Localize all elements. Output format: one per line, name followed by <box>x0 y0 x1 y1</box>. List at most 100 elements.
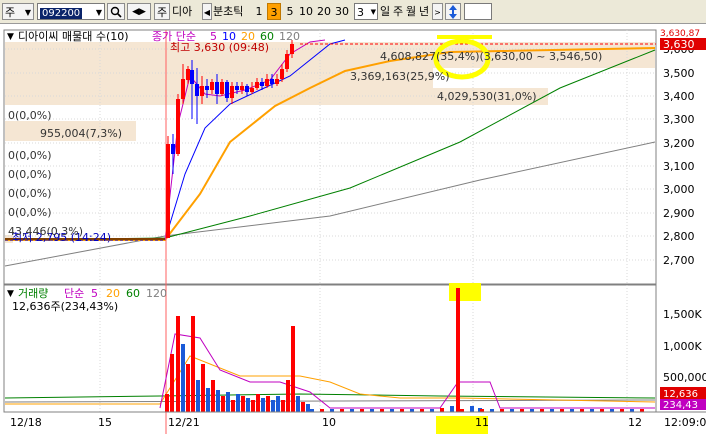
volume-bar <box>271 400 275 412</box>
volume-bar <box>306 404 310 412</box>
volume-bar <box>456 288 460 412</box>
x-tick: 12 <box>628 416 642 429</box>
candle-body <box>195 84 199 96</box>
x-tick: 12/21 <box>168 416 200 429</box>
chevron-down-icon: ▼ <box>7 289 14 299</box>
profile-label: 3,369,163(25,9%) <box>350 70 450 83</box>
volume-bar <box>276 396 280 412</box>
volume-bar <box>281 400 285 412</box>
high-label: 최고 3,630 (09:48) <box>170 41 269 54</box>
profile-label: 0(0,0%) <box>8 206 52 219</box>
profile-label: 0(0,0%) <box>8 149 52 162</box>
profile-label: 4,029,530(31,0%) <box>437 90 537 103</box>
volume-bar <box>246 398 250 412</box>
candle-body <box>240 86 244 90</box>
volume-bar <box>221 396 225 412</box>
y-tick: 3,500 <box>663 67 695 80</box>
range-month[interactable]: 월 <box>404 3 418 20</box>
y-tick: 2,900 <box>663 207 695 220</box>
volume-bar <box>241 396 245 412</box>
candle-body <box>265 79 269 86</box>
volume-bar <box>181 344 185 412</box>
profile-label: 0(0,0%) <box>8 168 52 181</box>
y-tick: 1,500K <box>663 308 702 321</box>
chevron-down-icon: ▼ <box>7 32 14 42</box>
candle-body <box>290 44 294 54</box>
count-value: 3 <box>357 6 364 19</box>
range-day[interactable]: 일 <box>378 3 392 20</box>
candle-body <box>230 86 234 98</box>
y-tick: 3,200 <box>663 137 695 150</box>
candle-body <box>190 70 194 84</box>
stock-name: 디아 <box>172 5 193 18</box>
top-price-tag-text: 3,630,87 <box>660 29 700 39</box>
time-label: 12:09:0 <box>664 416 706 429</box>
stock-code-value: 092200 <box>40 8 83 19</box>
volume-bar <box>196 380 200 412</box>
volume-bar <box>170 354 174 412</box>
chart-toolbar: 주 ▼ 092200 ▼ ◀▶ 주 디아 ◀ 분초틱 1 3 5 10 20 3… <box>0 0 706 24</box>
sort-button[interactable] <box>445 3 461 20</box>
period-option-20[interactable]: 20 <box>315 3 333 20</box>
candle-body <box>285 54 289 69</box>
y-tick: 3,300 <box>663 113 695 126</box>
search-button[interactable] <box>107 3 125 20</box>
volume-bar <box>206 388 210 412</box>
period-option-1[interactable]: 1 <box>252 3 266 20</box>
type-selector[interactable]: 주 ▼ <box>2 3 34 20</box>
period-option-5[interactable]: 5 <box>283 3 297 20</box>
candle-body <box>245 86 249 92</box>
y-tick: 2,800 <box>663 230 695 243</box>
volume-bar <box>251 400 255 412</box>
volume-bar <box>226 392 230 412</box>
x-tick: 11 <box>475 416 489 429</box>
right-arrow-button[interactable]: > <box>432 3 443 20</box>
volume-bar <box>236 394 240 412</box>
x-tick: 12/18 <box>10 416 42 429</box>
chart-area: ▼ 디아이씨 매물대 수(10) 종가 단순 5 10 20 60 120 최고… <box>0 24 706 434</box>
volume-label: 거래량 <box>18 287 48 300</box>
y-tick: 1,000K <box>663 340 702 353</box>
chevron-down-icon: ▼ <box>370 8 376 16</box>
period-option-3[interactable]: 3 <box>267 3 281 20</box>
volume-bar <box>165 394 169 412</box>
highlight-volume-mark <box>449 283 481 301</box>
volume-bar <box>256 394 260 412</box>
candle-body <box>255 82 259 88</box>
volume-ma-60: 60 <box>126 287 140 300</box>
extra-input[interactable] <box>464 3 492 20</box>
y-tick: 3,100 <box>663 160 695 173</box>
volume-value-label: 12,636주(234,43%) <box>12 300 118 313</box>
chevron-down-icon: ▼ <box>24 8 31 17</box>
left-arrow-button[interactable]: ◀ <box>202 3 212 20</box>
y-tick: 3,400 <box>663 90 695 103</box>
count-selector[interactable]: 3 ▼ <box>354 3 378 20</box>
profile-label: 43,446(0,3%) <box>8 225 83 238</box>
ma-legend-120: 120 <box>279 30 300 43</box>
volume-bar <box>191 316 195 412</box>
candle-body <box>215 82 219 94</box>
type-label: 주 <box>5 6 16 19</box>
range-week[interactable]: 주 <box>391 3 405 20</box>
range-year[interactable]: 년 <box>417 3 431 20</box>
candle-body <box>186 69 190 80</box>
lock-button[interactable]: 주 <box>154 3 170 20</box>
period-type-label[interactable]: 분초틱 <box>213 3 253 20</box>
candle-body <box>171 144 175 154</box>
volume-bar <box>211 380 215 412</box>
stock-code-input[interactable]: 092200 ▼ <box>37 3 105 20</box>
volume-bar <box>201 364 205 412</box>
candle-body <box>176 99 180 154</box>
volume-bar <box>216 390 220 412</box>
period-option-10[interactable]: 10 <box>297 3 315 20</box>
profile-label: 0(0,0%) <box>8 109 52 122</box>
candle-body <box>235 86 239 90</box>
volume-ma-label: 단순 <box>64 287 84 300</box>
chevron-down-icon[interactable]: ▼ <box>96 4 102 21</box>
period-option-30[interactable]: 30 <box>333 3 351 20</box>
candle-body <box>260 82 264 86</box>
prev-icon-button[interactable]: ◀▶ <box>127 3 151 20</box>
up-down-arrow-icon <box>449 5 457 19</box>
current-price-tag-text: 3,630 <box>663 38 695 51</box>
profile-label: 955,004(7,3%) <box>40 127 122 140</box>
